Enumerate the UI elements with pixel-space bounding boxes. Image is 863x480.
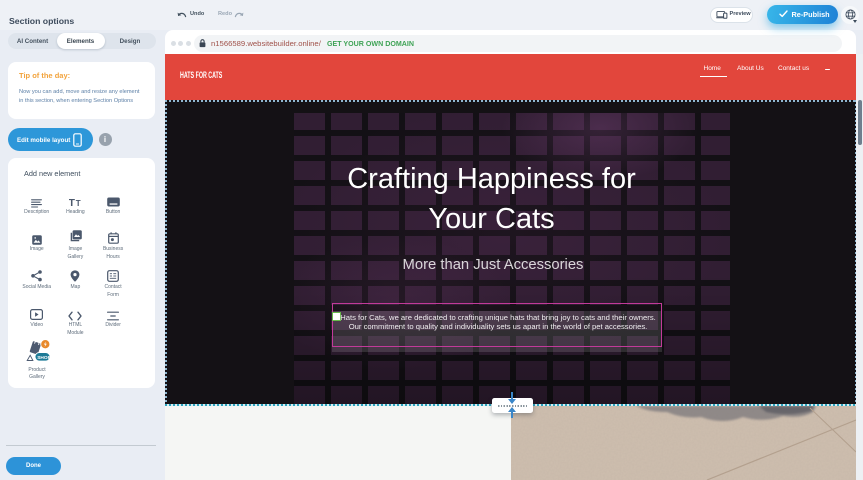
svg-text:T: T (76, 199, 81, 207)
svg-text:T: T (69, 197, 76, 207)
svg-text:SHOP: SHOP (37, 355, 51, 361)
